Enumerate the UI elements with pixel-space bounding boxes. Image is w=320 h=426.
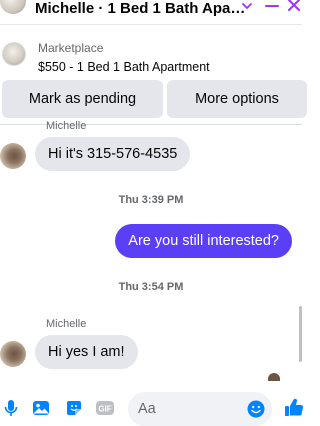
photo-icon[interactable] [31,398,51,418]
outgoing-message[interactable]: Are you still interested? [115,224,292,258]
sender-avatar[interactable] [0,341,26,367]
header-divider [0,24,302,25]
timestamp: Thu 3:39 PM [118,194,184,206]
timestamp: Thu 3:54 PM [118,281,184,293]
message-composer: GIF Aa [0,388,304,426]
listing-title[interactable]: $550 - 1 Bed 1 Bath Apartment [38,60,210,74]
incoming-message[interactable]: Hi it's 315-576-4535 [35,137,191,171]
scrollbar-thumb[interactable] [299,306,302,362]
messages-scrollbar[interactable] [299,126,302,368]
message-input[interactable]: Aa [128,392,272,426]
chat-title[interactable]: Michelle · 1 Bed 1 Bath Apa… [35,0,245,17]
sender-name: Michelle [46,318,87,330]
microphone-icon[interactable] [1,398,21,418]
mark-as-pending-button[interactable]: Mark as pending [2,80,163,118]
emoji-icon[interactable] [247,400,265,418]
incoming-message[interactable]: Hi yes I am! [35,335,138,369]
gif-label: GIF [98,405,111,414]
more-options-button[interactable]: More options [167,80,307,118]
gif-icon[interactable]: GIF [95,398,115,418]
thumbs-up-icon[interactable] [284,397,304,417]
chat-header: Michelle · 1 Bed 1 Bath Apa… [0,0,302,20]
listing-thumbnail[interactable] [2,42,26,66]
marketplace-label: Marketplace [38,41,104,55]
sender-name-partial: Michelle [46,120,87,130]
chevron-down-icon[interactable] [240,0,254,14]
sticker-icon[interactable] [64,398,84,418]
read-receipt-avatar [268,373,280,381]
minimize-icon[interactable] [264,0,280,14]
sender-avatar[interactable] [0,143,26,169]
message-input-placeholder: Aa [138,401,156,417]
contact-avatar[interactable] [0,0,26,14]
close-icon[interactable] [286,0,302,15]
